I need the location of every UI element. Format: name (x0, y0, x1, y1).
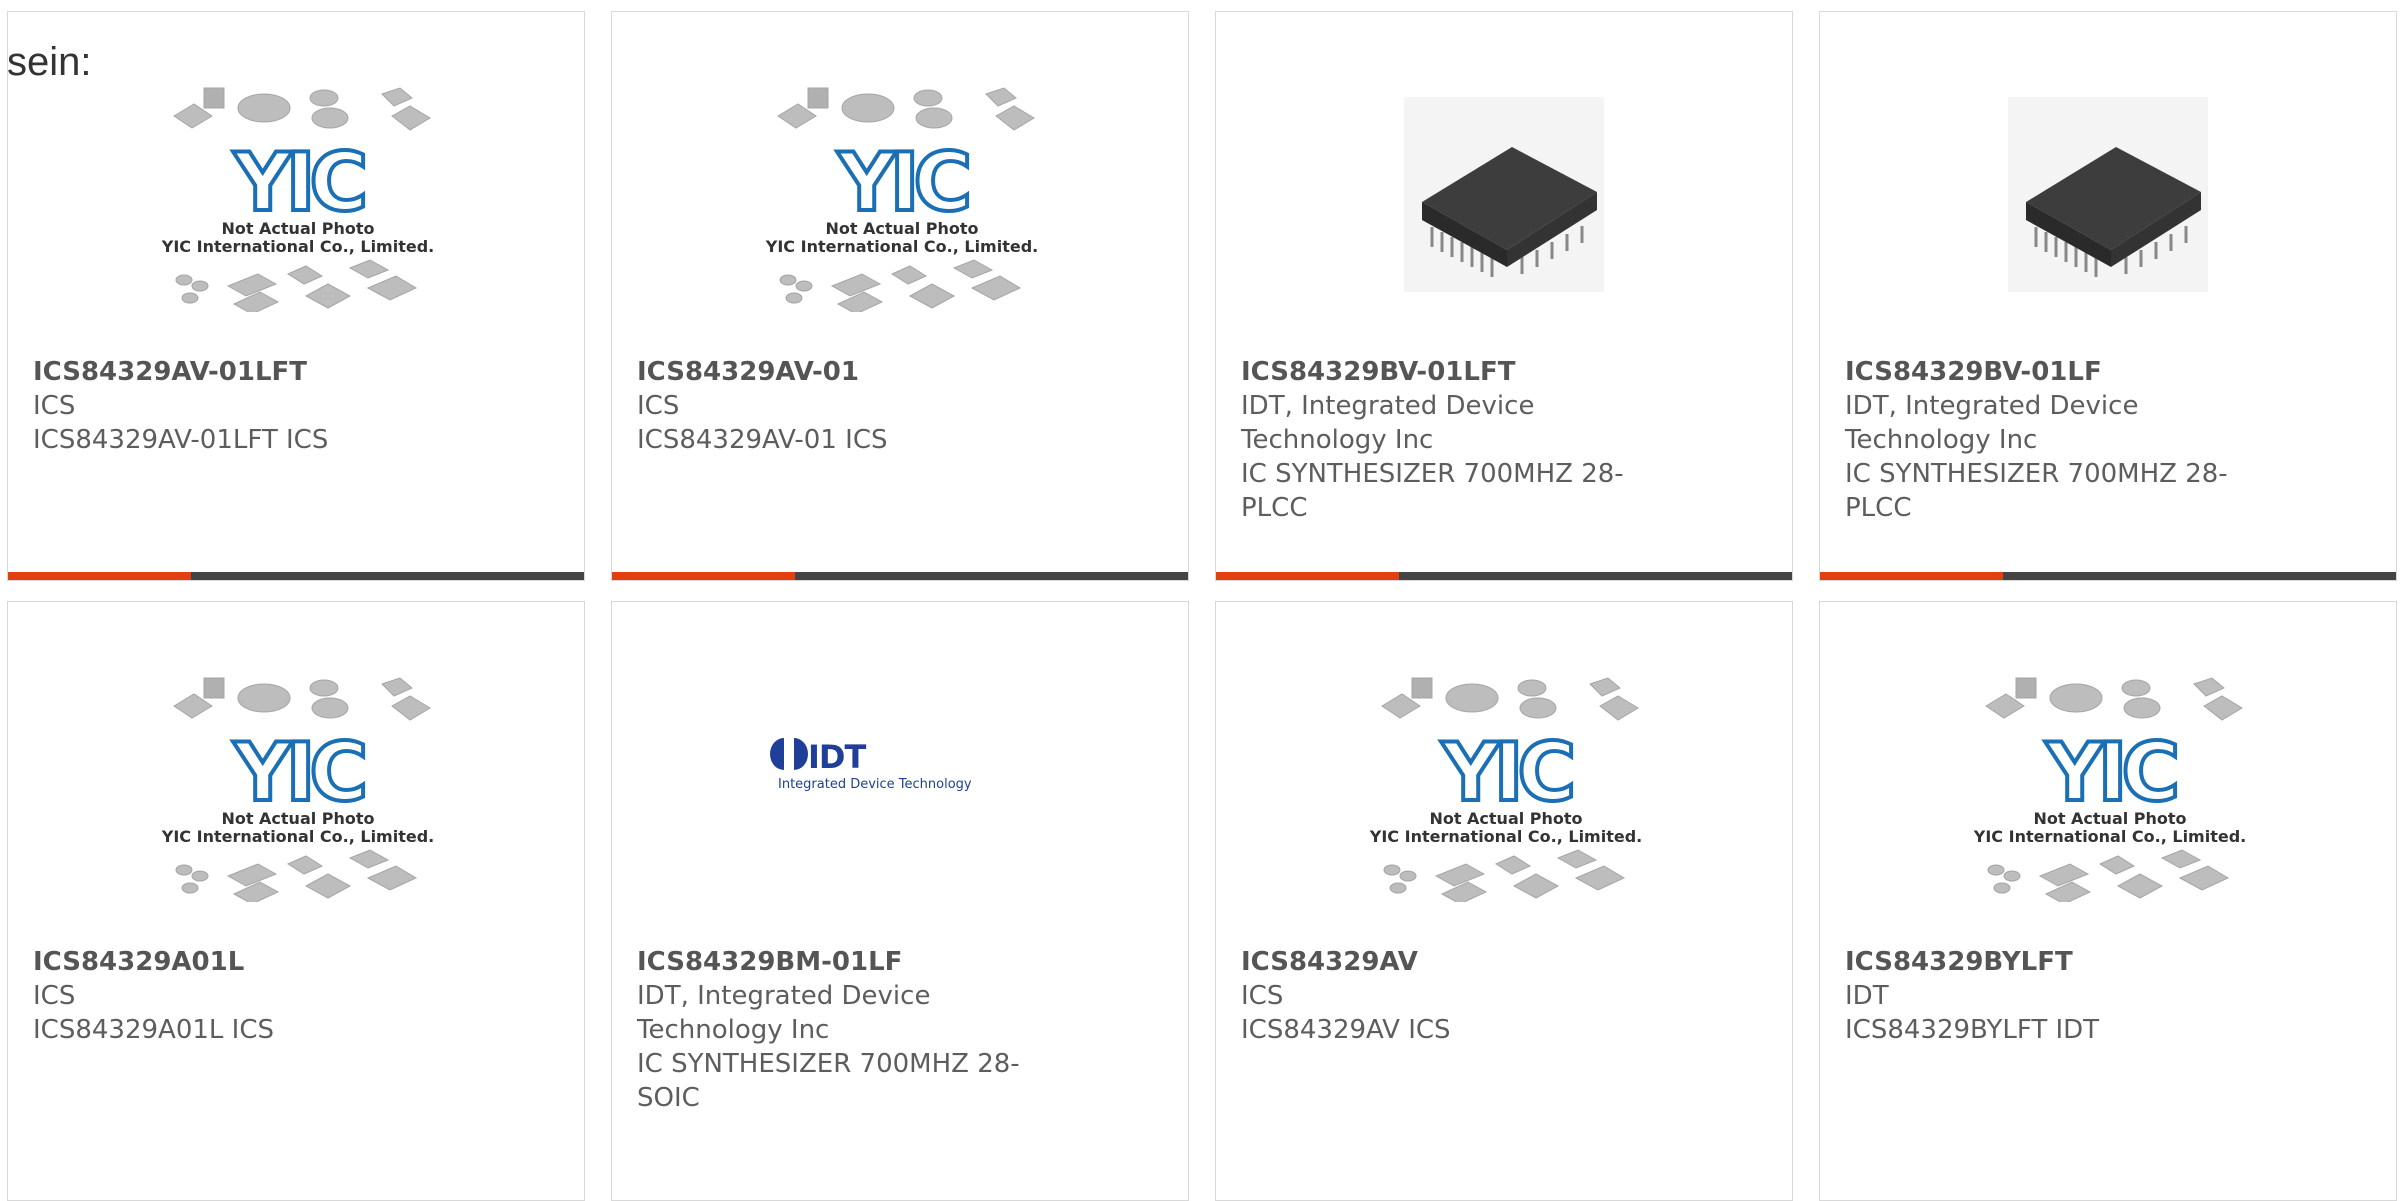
yic-logo: YIC (837, 136, 968, 229)
intro-text: sein: (7, 40, 92, 84)
manufacturer: ICS (33, 981, 76, 1011)
card-bar (1820, 572, 2396, 580)
svg-text:Not Actual Photo: Not Actual Photo (2033, 809, 2186, 828)
svg-text:YIC International Co., Limited: YIC International Co., Limited. (1369, 827, 1642, 846)
product-image[interactable] (1362, 52, 1650, 312)
product-image[interactable]: YIC Not Actual Photo YIC International C… (758, 52, 1046, 312)
manufacturer: IDT, Integrated Device Technology Inc (637, 981, 931, 1045)
svg-text:Integrated Device Technology: Integrated Device Technology (778, 777, 972, 792)
part-number[interactable]: ICS84329AV-01 (637, 355, 1057, 389)
placeholder-image: YIC Not Actual Photo YIC International C… (1369, 677, 1642, 902)
product-image[interactable]: YIC Not Actual Photo YIC International C… (154, 52, 442, 312)
svg-text:Not Actual Photo: Not Actual Photo (1429, 809, 1582, 828)
manufacturer: ICS (637, 391, 680, 421)
yic-logo: YIC (233, 136, 364, 229)
card-bar (1216, 572, 1792, 580)
product-grid: YIC Not Actual Photo YIC International C… (0, 0, 2400, 1201)
description: ICS84329AV-01LFT ICS (33, 425, 329, 455)
product-image[interactable]: YIC Not Actual Photo YIC International C… (1362, 642, 1650, 902)
manufacturer: IDT, Integrated Device Technology Inc (1845, 391, 2139, 455)
description: IC SYNTHESIZER 700MHZ 28-SOIC (637, 1049, 1020, 1113)
description: ICS84329BYLFT IDT (1845, 1015, 2100, 1045)
product-image[interactable]: YIC Not Actual Photo YIC International C… (1966, 642, 2254, 902)
product-card[interactable]: YIC Not Actual Photo YIC International C… (611, 11, 1189, 581)
svg-text:YIC International Co., Limited: YIC International Co., Limited. (765, 237, 1038, 256)
part-number[interactable]: ICS84329BV-01LFT (1241, 355, 1661, 389)
placeholder-image: YIC Not Actual Photo YIC International C… (161, 677, 434, 902)
svg-text:Not Actual Photo: Not Actual Photo (825, 219, 978, 238)
plcc-chip-photo (1404, 97, 1604, 292)
part-number[interactable]: ICS84329AV-01LFT (33, 355, 453, 389)
part-number[interactable]: ICS84329BM-01LF (637, 945, 1057, 979)
svg-text:IDT: IDT (808, 738, 866, 776)
product-image[interactable]: IDT Integrated Device Technology (758, 642, 1046, 902)
description: ICS84329AV ICS (1241, 1015, 1451, 1045)
description: ICS84329A01L ICS (33, 1015, 274, 1045)
part-number[interactable]: ICS84329A01L (33, 945, 453, 979)
yic-logo: YIC (233, 726, 364, 819)
description: IC SYNTHESIZER 700MHZ 28-PLCC (1241, 459, 1624, 523)
product-card[interactable]: ICS84329BV-01LF IDT, Integrated Device T… (1819, 11, 2397, 581)
manufacturer: ICS (1241, 981, 1284, 1011)
product-card[interactable]: YIC Not Actual Photo YIC International C… (7, 601, 585, 1201)
svg-text:Not Actual Photo: Not Actual Photo (221, 219, 374, 238)
part-number[interactable]: ICS84329AV (1241, 945, 1661, 979)
placeholder-image: YIC Not Actual Photo YIC International C… (765, 87, 1038, 312)
description: IC SYNTHESIZER 700MHZ 28-PLCC (1845, 459, 2228, 523)
idt-logo: IDT Integrated Device Technology (770, 738, 972, 792)
description: ICS84329AV-01 ICS (637, 425, 888, 455)
product-card[interactable]: ICS84329BV-01LFT IDT, Integrated Device … (1215, 11, 1793, 581)
manufacturer: ICS (33, 391, 76, 421)
manufacturer: IDT (1845, 981, 1889, 1011)
product-image[interactable] (1966, 52, 2254, 312)
card-bar (8, 572, 584, 580)
card-bar (612, 572, 1188, 580)
svg-text:YIC International Co., Limited: YIC International Co., Limited. (1973, 827, 2246, 846)
product-image[interactable]: YIC Not Actual Photo YIC International C… (154, 642, 442, 902)
svg-text:Not Actual Photo: Not Actual Photo (221, 809, 374, 828)
placeholder-image: YIC Not Actual Photo YIC International C… (161, 87, 434, 312)
plcc-chip-photo (2008, 97, 2208, 292)
product-card[interactable]: YIC Not Actual Photo YIC International C… (1819, 601, 2397, 1201)
placeholder-image: YIC Not Actual Photo YIC International C… (1973, 677, 2246, 902)
svg-text:YIC International Co., Limited: YIC International Co., Limited. (161, 237, 434, 256)
product-card[interactable]: YIC Not Actual Photo YIC International C… (1215, 601, 1793, 1201)
product-card[interactable]: YIC Not Actual Photo YIC International C… (7, 11, 585, 581)
yic-logo: YIC (2045, 726, 2176, 819)
part-number[interactable]: ICS84329BYLFT (1845, 945, 2265, 979)
part-number[interactable]: ICS84329BV-01LF (1845, 355, 2265, 389)
yic-logo: YIC (1441, 726, 1572, 819)
manufacturer: IDT, Integrated Device Technology Inc (1241, 391, 1535, 455)
product-card[interactable]: IDT Integrated Device Technology ICS8432… (611, 601, 1189, 1201)
svg-text:YIC International Co., Limited: YIC International Co., Limited. (161, 827, 434, 846)
